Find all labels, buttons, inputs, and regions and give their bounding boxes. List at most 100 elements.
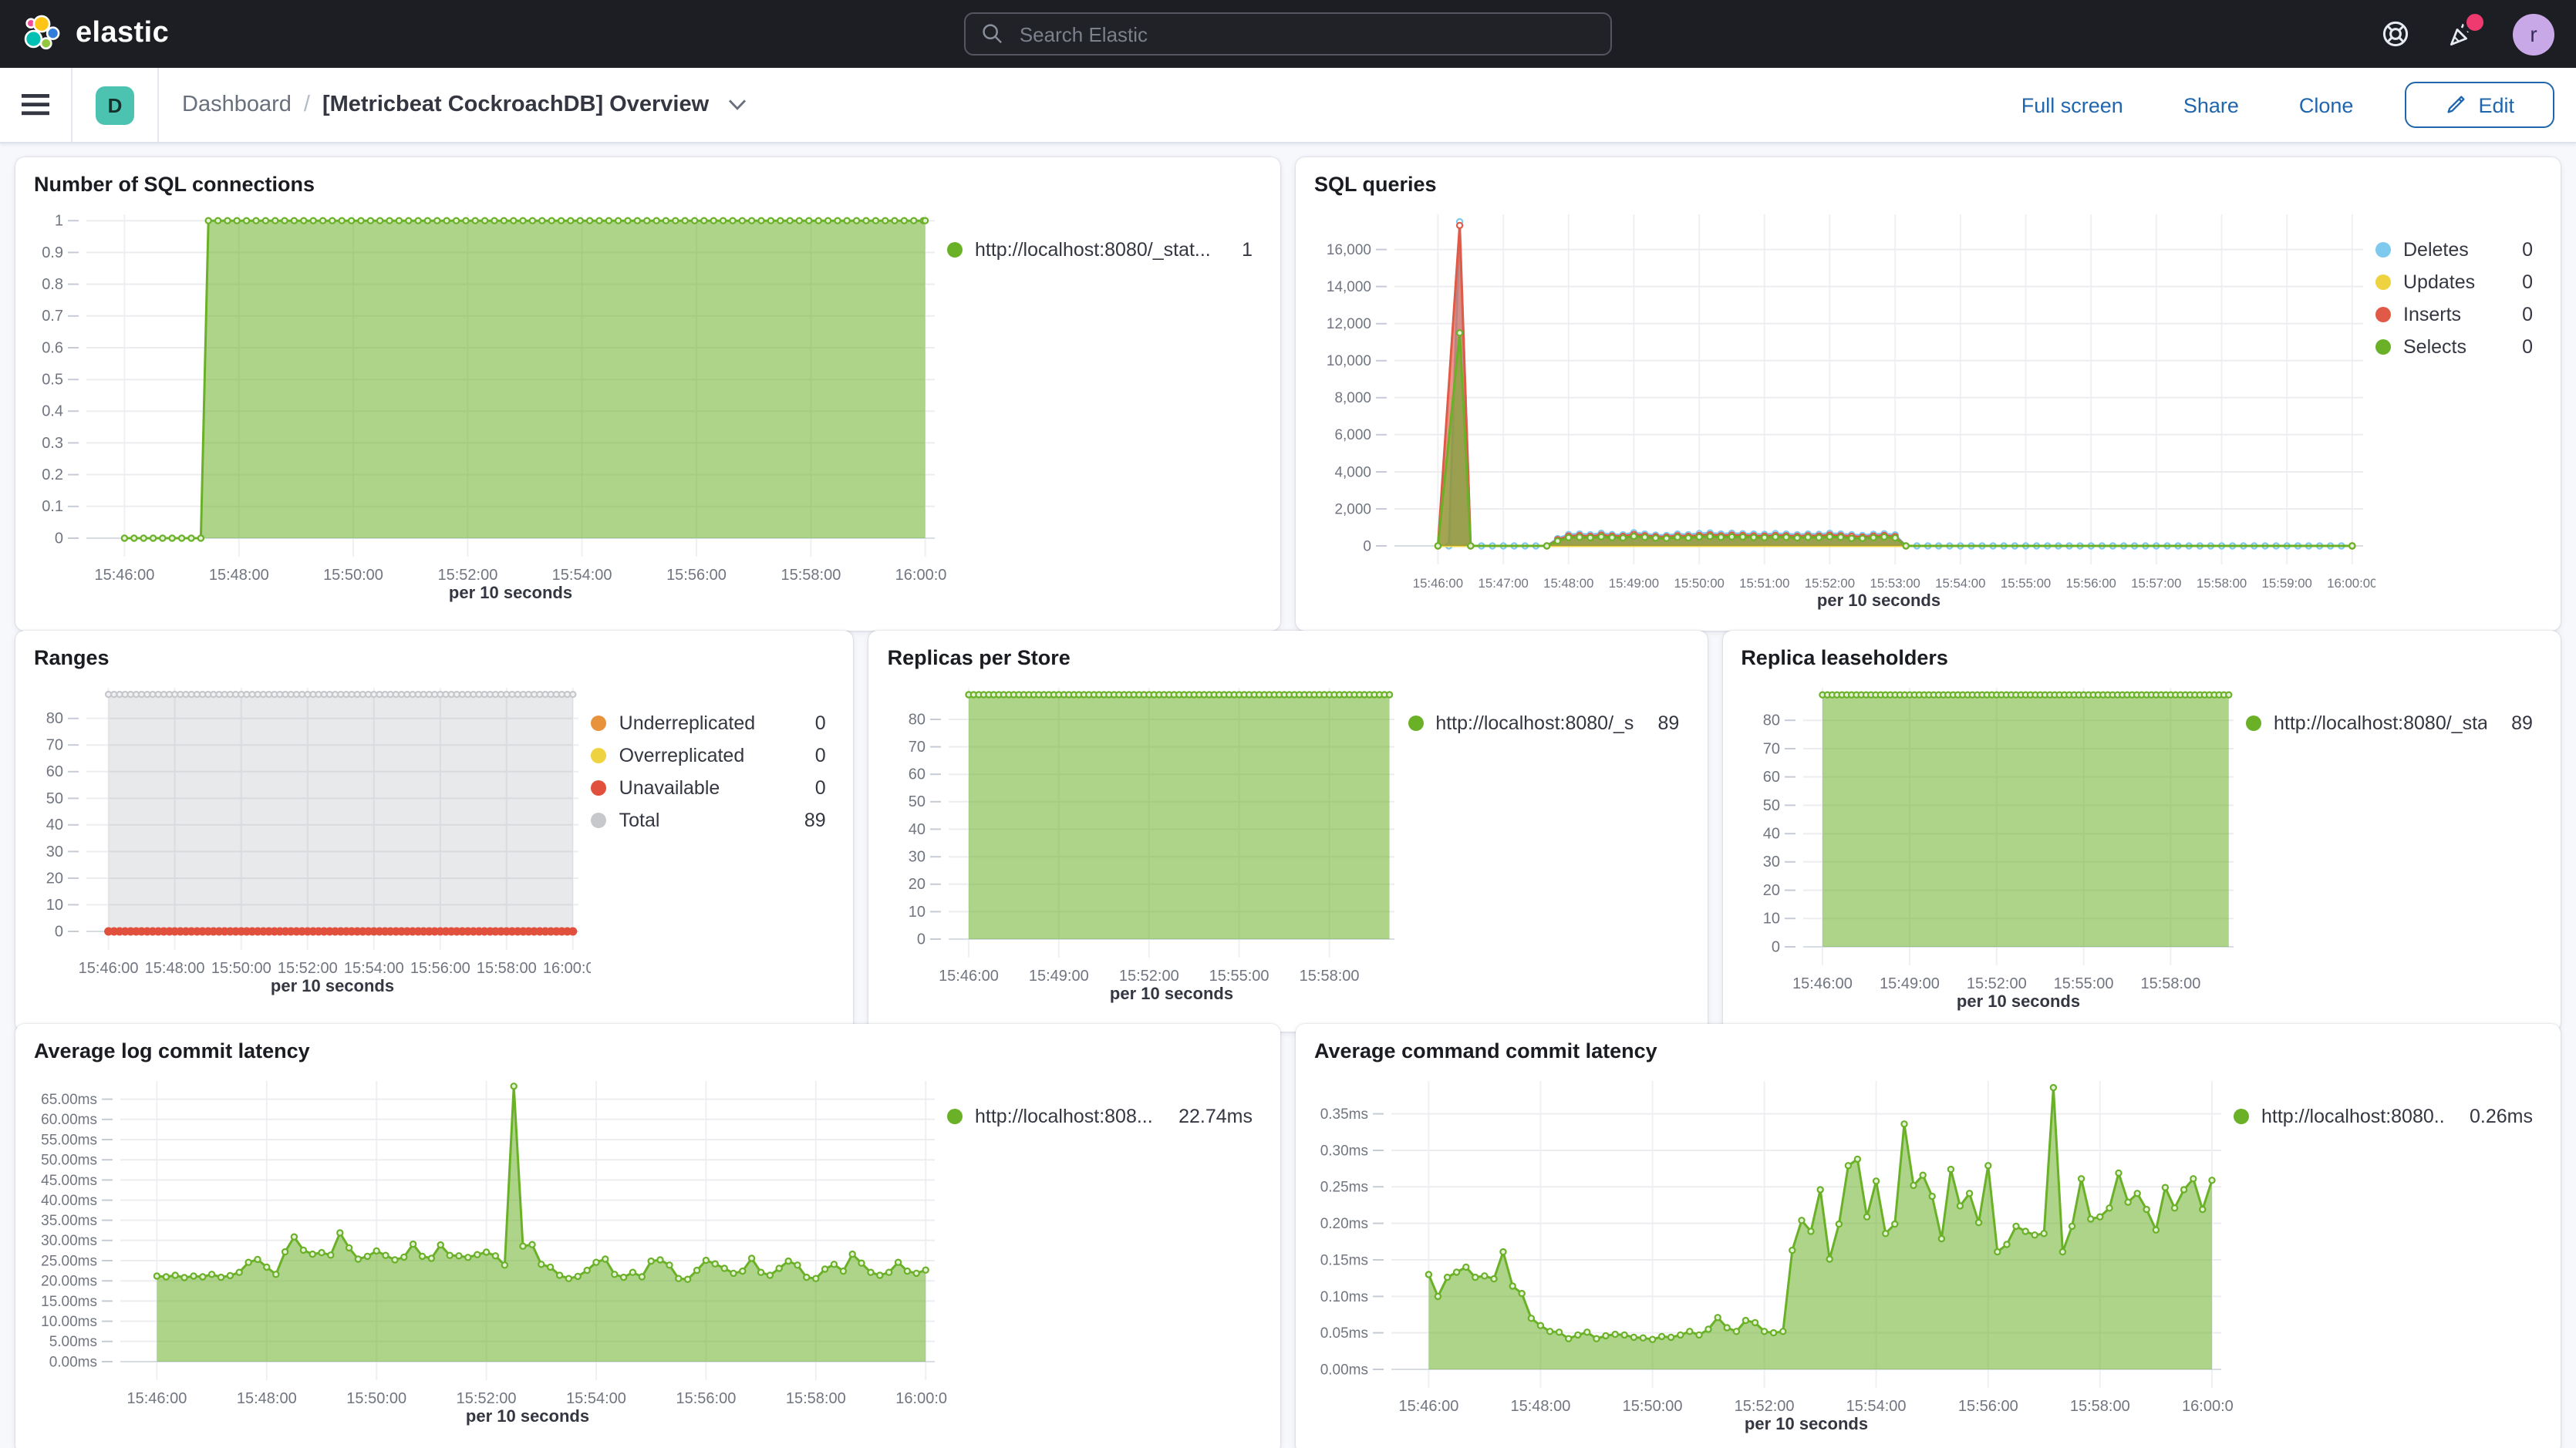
chart-legend: Deletes0Updates0Inserts0Selects0 [2375, 196, 2545, 625]
dashboard-badge[interactable]: D [96, 86, 134, 124]
ranges-chart[interactable]: 0102030405060708015:46:0015:48:0015:50:0… [31, 669, 592, 1025]
svg-text:15:55:00: 15:55:00 [2001, 576, 2051, 591]
svg-text:65.00ms: 65.00ms [41, 1092, 97, 1108]
svg-text:15:58:00: 15:58:00 [2140, 975, 2200, 992]
legend-item[interactable]: Overreplicated0 [592, 739, 826, 771]
svg-text:5.00ms: 5.00ms [49, 1334, 97, 1350]
svg-text:15:50:00: 15:50:00 [323, 567, 383, 584]
legend-item[interactable]: Underreplicated0 [592, 706, 826, 739]
svg-text:0.9: 0.9 [42, 244, 63, 261]
svg-text:20.00ms: 20.00ms [41, 1274, 97, 1290]
clone-button[interactable]: Clone [2290, 92, 2363, 118]
svg-text:15.00ms: 15.00ms [41, 1294, 97, 1310]
svg-text:6,000: 6,000 [1334, 427, 1371, 443]
legend-value: 0 [2510, 303, 2533, 325]
edit-button[interactable]: Edit [2404, 82, 2554, 128]
command-commit-latency-chart[interactable]: 0.00ms0.05ms0.10ms0.15ms0.20ms0.25ms0.30… [1311, 1062, 2234, 1448]
legend-value: 22.74ms [1166, 1105, 1253, 1126]
legend-item[interactable]: http://localhost:8080/_stat...1 [947, 233, 1253, 265]
svg-text:50: 50 [46, 790, 63, 807]
svg-text:0.3: 0.3 [42, 435, 63, 452]
elastic-home-link[interactable]: elastic [22, 14, 169, 54]
chart-legend: http://localhost:8080/_stat...1 [947, 196, 1265, 625]
panel-title: Replicas per Store [888, 646, 1692, 669]
svg-text:16:00:00: 16:00:00 [2182, 1398, 2234, 1415]
legend-item[interactable]: Updates0 [2375, 265, 2533, 298]
app-window: elastic [0, 0, 2576, 1448]
menu-icon[interactable] [22, 94, 49, 116]
panel-replicas-per-store: Replicas per Store 0102030405060708015:4… [869, 631, 1708, 1032]
svg-text:4,000: 4,000 [1334, 464, 1371, 480]
chevron-down-icon[interactable] [727, 99, 746, 111]
svg-text:15:48:00: 15:48:00 [145, 960, 205, 977]
dashboard-content: Number of SQL connections 00.10.20.30.40… [0, 143, 2576, 1448]
svg-text:0.00ms: 0.00ms [49, 1354, 97, 1370]
svg-text:70: 70 [1762, 740, 1779, 757]
legend-item[interactable]: Total89 [592, 803, 826, 836]
panel-title: Replica leaseholders [1741, 646, 2545, 669]
svg-text:10: 10 [46, 897, 63, 914]
legend-value: 0 [2510, 335, 2533, 357]
svg-text:0: 0 [55, 530, 63, 547]
legend-item[interactable]: Unavailable0 [592, 771, 826, 803]
svg-text:8,000: 8,000 [1334, 390, 1371, 406]
sql-connections-chart[interactable]: 00.10.20.30.40.50.60.70.80.9115:46:0015:… [31, 196, 947, 625]
legend-label: Selects [2403, 335, 2466, 357]
legend-item[interactable]: http://localhost:8080/_sta...89 [1408, 706, 1679, 739]
svg-text:15:46:00: 15:46:00 [94, 567, 154, 584]
legend-item[interactable]: Inserts0 [2375, 298, 2533, 330]
svg-text:per 10 seconds: per 10 seconds [271, 976, 394, 995]
chart-legend: Underreplicated0Overreplicated0Unavailab… [592, 669, 838, 1025]
legend-label: Overreplicated [619, 744, 745, 766]
legend-item[interactable]: http://localhost:8080...0.26ms [2234, 1099, 2533, 1132]
sql-queries-chart[interactable]: 02,0004,0006,0008,00010,00012,00014,0001… [1311, 196, 2375, 625]
legend-item[interactable]: http://localhost:8080/_sta...89 [2246, 706, 2533, 739]
user-avatar[interactable]: r [2513, 13, 2554, 55]
legend-item[interactable]: http://localhost:808...22.74ms [947, 1099, 1253, 1132]
svg-text:14,000: 14,000 [1327, 279, 1371, 295]
replicas-per-store-chart[interactable]: 0102030405060708015:46:0015:49:0015:52:0… [885, 669, 1408, 1025]
svg-text:15:49:00: 15:49:00 [1879, 975, 1939, 992]
panel-replica-leaseholders: Replica leaseholders 0102030405060708015… [1722, 631, 2561, 1032]
legend-color-dot [2375, 274, 2391, 289]
log-commit-latency-chart[interactable]: 0.00ms5.00ms10.00ms15.00ms20.00ms25.00ms… [31, 1062, 947, 1448]
panel-title: Average log commit latency [34, 1039, 1265, 1062]
legend-color-dot [947, 1108, 963, 1123]
legend-item[interactable]: Deletes0 [2375, 233, 2533, 265]
svg-text:10.00ms: 10.00ms [41, 1314, 97, 1330]
svg-text:60.00ms: 60.00ms [41, 1112, 97, 1128]
full-screen-button[interactable]: Full screen [2012, 92, 2133, 118]
help-icon[interactable] [2380, 19, 2411, 49]
legend-color-dot [2375, 241, 2391, 257]
search-input[interactable] [1017, 21, 1595, 47]
legend-color-dot [592, 780, 607, 795]
svg-text:0.05ms: 0.05ms [1320, 1325, 1368, 1342]
legend-label: Deletes [2403, 238, 2469, 260]
legend-item[interactable]: Selects 0 [2375, 330, 2533, 362]
svg-text:15:47:00: 15:47:00 [1479, 576, 1529, 591]
svg-text:70: 70 [46, 737, 63, 754]
svg-text:15:52:00: 15:52:00 [278, 960, 338, 977]
svg-text:15:57:00: 15:57:00 [2131, 576, 2181, 591]
panel-sql-queries: SQL queries 02,0004,0006,0008,00010,0001… [1296, 157, 2561, 631]
svg-text:15:58:00: 15:58:00 [2070, 1398, 2130, 1415]
replica-leaseholders-chart[interactable]: 0102030405060708015:46:0015:49:0015:52:0… [1738, 669, 2246, 1025]
svg-text:80: 80 [909, 711, 926, 728]
svg-text:15:56:00: 15:56:00 [410, 960, 470, 977]
legend-value: 89 [792, 809, 826, 830]
svg-text:15:56:00: 15:56:00 [666, 567, 727, 584]
edit-button-label: Edit [2478, 93, 2514, 116]
newsfeed-icon[interactable] [2446, 19, 2477, 49]
svg-text:50: 50 [909, 793, 926, 810]
svg-text:60: 60 [909, 766, 926, 783]
global-search[interactable] [964, 12, 1612, 56]
breadcrumb-dashboard[interactable]: Dashboard [182, 93, 292, 117]
svg-text:15:52:00: 15:52:00 [457, 1390, 517, 1407]
panel-title: Average command commit latency [1314, 1039, 2545, 1062]
toolbar-divider [157, 68, 159, 142]
svg-text:0: 0 [55, 923, 63, 940]
svg-text:40: 40 [1762, 826, 1779, 843]
legend-color-dot [2375, 338, 2391, 354]
share-button[interactable]: Share [2174, 92, 2248, 118]
panel-sql-connections: Number of SQL connections 00.10.20.30.40… [15, 157, 1280, 631]
